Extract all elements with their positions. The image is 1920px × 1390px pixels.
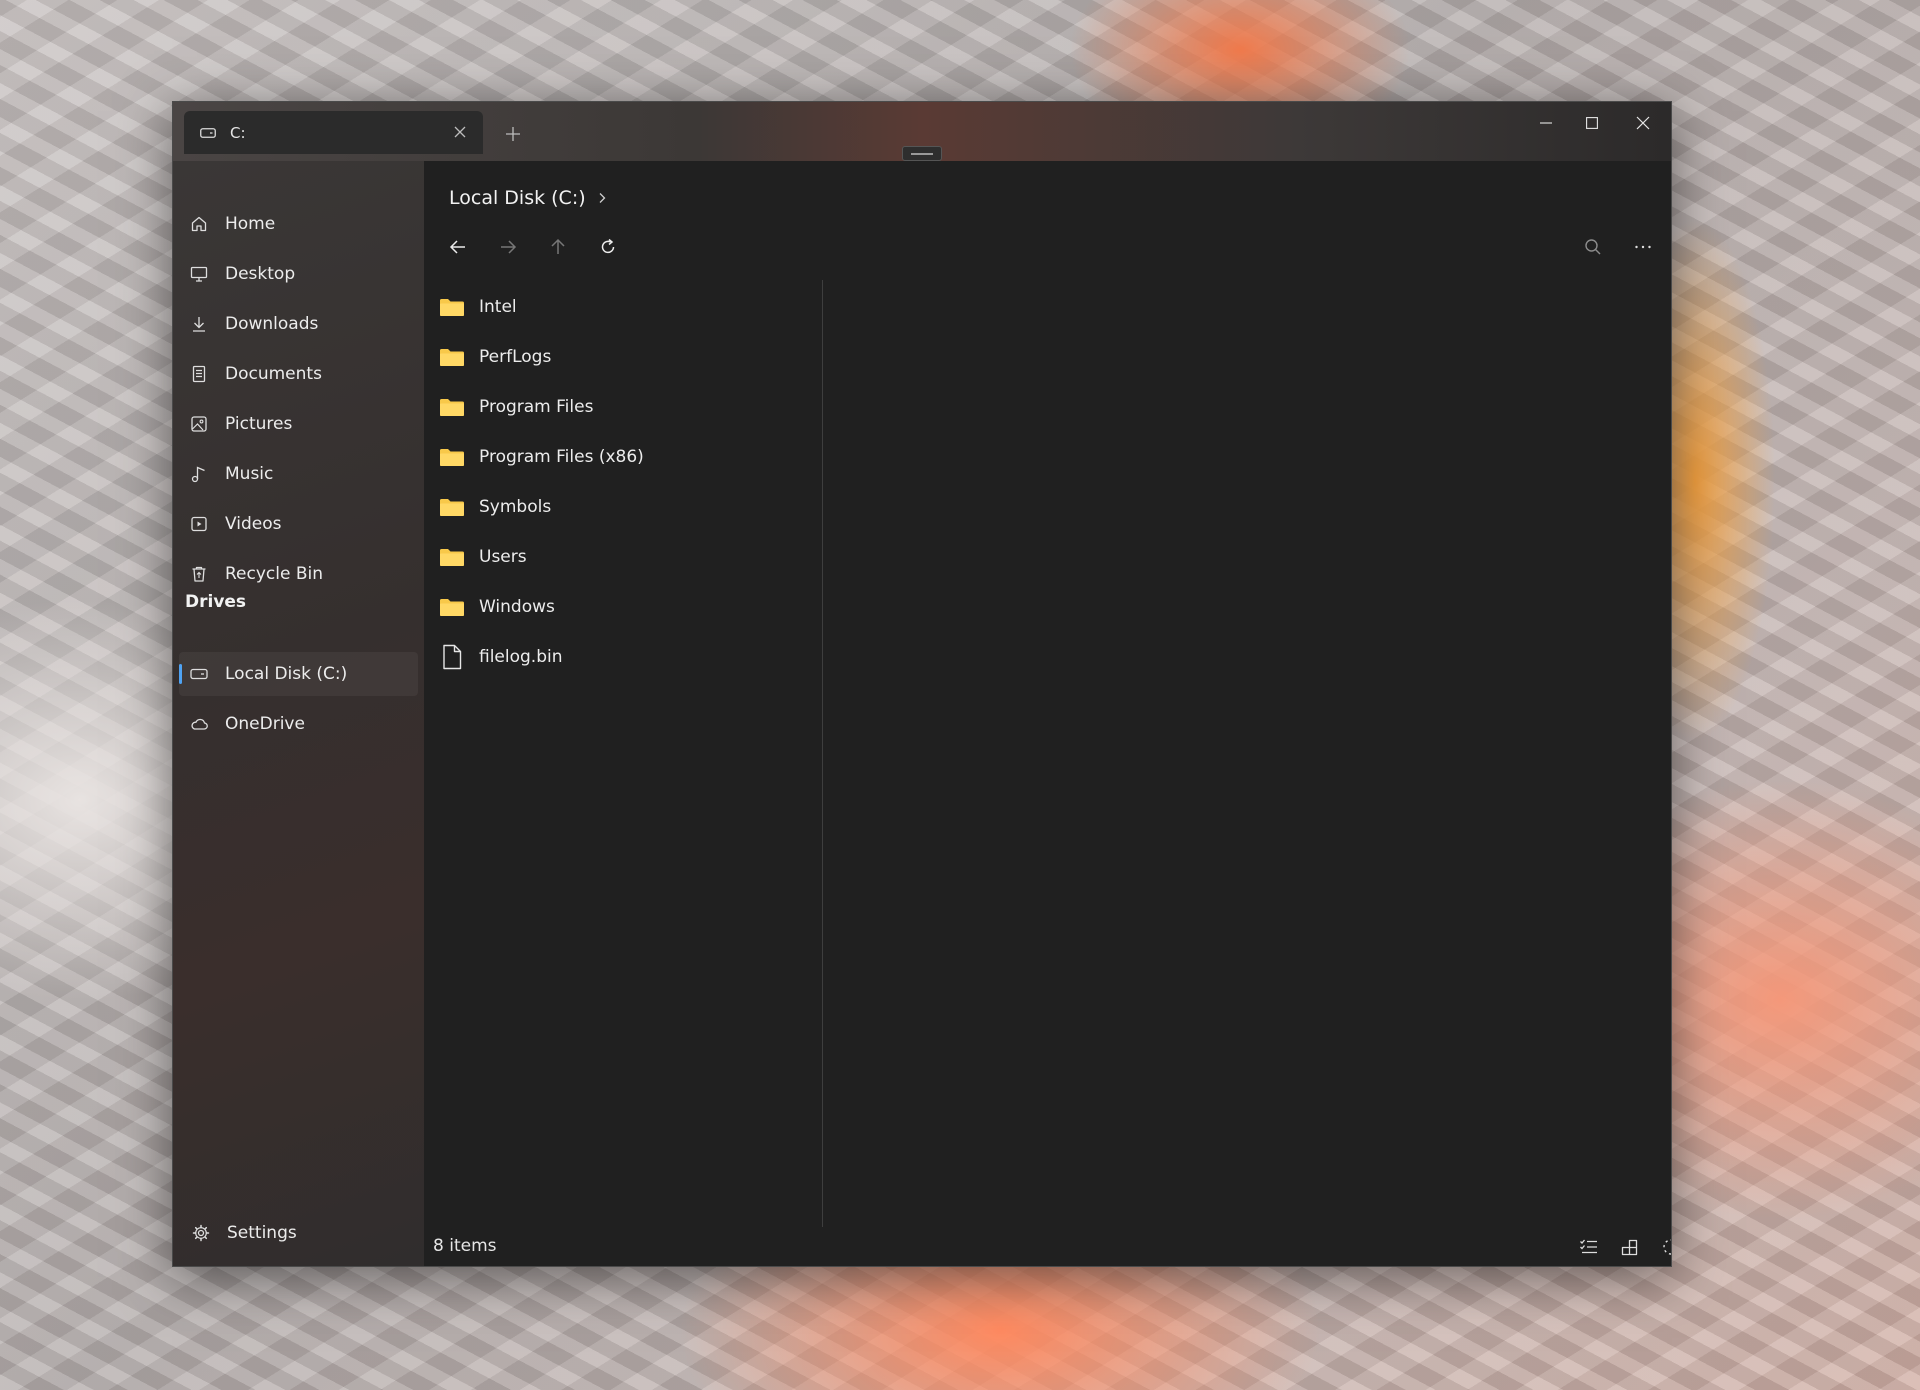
tab-close-icon[interactable] bbox=[451, 123, 469, 141]
up-button[interactable] bbox=[540, 229, 576, 265]
gear-icon bbox=[191, 1223, 211, 1243]
folder-icon bbox=[437, 447, 467, 467]
document-icon bbox=[189, 364, 209, 384]
cloud-icon bbox=[189, 714, 209, 734]
sidebar-item-recycle-bin[interactable]: Recycle Bin bbox=[179, 552, 418, 596]
forward-button[interactable] bbox=[490, 229, 526, 265]
arrow-right-icon bbox=[501, 240, 517, 254]
sidebar-item-documents[interactable]: Documents bbox=[179, 352, 418, 396]
maximize-button[interactable] bbox=[1563, 102, 1620, 144]
list-item[interactable]: Windows bbox=[437, 585, 817, 629]
details-view-button[interactable] bbox=[1574, 1232, 1604, 1262]
sidebar-item-local-disk[interactable]: Local Disk (C:) bbox=[179, 652, 418, 696]
tab-c-drive[interactable]: C: bbox=[184, 111, 483, 154]
folder-icon bbox=[437, 297, 467, 317]
plus-icon bbox=[506, 127, 520, 141]
folder-icon bbox=[437, 497, 467, 517]
breadcrumb-item[interactable]: Local Disk (C:) bbox=[449, 187, 586, 209]
tab-title: C: bbox=[230, 123, 246, 142]
sidebar-item-onedrive[interactable]: OneDrive bbox=[179, 702, 418, 746]
file-name: Intel bbox=[479, 297, 517, 317]
arrow-left-icon bbox=[449, 240, 465, 254]
list-check-icon bbox=[1580, 1239, 1597, 1254]
title-bar[interactable]: C: bbox=[173, 102, 1671, 161]
sidebar-item-desktop[interactable]: Desktop bbox=[179, 252, 418, 296]
list-item[interactable]: filelog.bin bbox=[437, 635, 817, 679]
file-name: Program Files bbox=[479, 397, 594, 417]
sidebar-item-label: Home bbox=[225, 214, 276, 234]
breadcrumb[interactable]: Local Disk (C:) bbox=[449, 187, 606, 209]
sidebar-item-music[interactable]: Music bbox=[179, 452, 418, 496]
file-name: Windows bbox=[479, 597, 555, 617]
arrow-up-icon bbox=[551, 238, 565, 254]
pane-divider[interactable] bbox=[822, 280, 823, 1227]
folder-icon bbox=[437, 547, 467, 567]
sidebar-item-label: Documents bbox=[225, 364, 322, 384]
sidebar-item-label: OneDrive bbox=[225, 714, 305, 734]
grid-layout-icon bbox=[1621, 1239, 1638, 1256]
file-name: PerfLogs bbox=[479, 347, 552, 367]
settings-label: Settings bbox=[227, 1223, 297, 1243]
file-icon bbox=[437, 644, 467, 670]
sidebar-item-label: Recycle Bin bbox=[225, 564, 324, 584]
folder-icon bbox=[437, 397, 467, 417]
list-item[interactable]: Intel bbox=[437, 285, 817, 329]
music-icon bbox=[189, 464, 209, 484]
maximize-icon bbox=[1585, 117, 1598, 129]
minimize-icon bbox=[1539, 122, 1552, 124]
drive-icon bbox=[189, 664, 209, 684]
sidebar: Home Desktop Downloads Documents Picture… bbox=[173, 161, 424, 1266]
ellipsis-icon bbox=[1635, 245, 1651, 249]
close-icon bbox=[1636, 116, 1649, 130]
back-button[interactable] bbox=[440, 229, 476, 265]
refresh-button[interactable] bbox=[590, 229, 626, 265]
settings-button[interactable]: Settings bbox=[179, 1211, 418, 1255]
file-name: Program Files (x86) bbox=[479, 447, 644, 467]
file-name: filelog.bin bbox=[479, 647, 563, 667]
file-name: Symbols bbox=[479, 497, 552, 517]
sidebar-item-label: Pictures bbox=[225, 414, 293, 434]
new-tab-button[interactable] bbox=[499, 120, 527, 148]
sidebar-item-downloads[interactable]: Downloads bbox=[179, 302, 418, 346]
sidebar-item-label: Videos bbox=[225, 514, 282, 534]
search-button[interactable] bbox=[1575, 229, 1611, 265]
content-pane: Local Disk (C:) Intel PerfLogs Program F… bbox=[424, 161, 1671, 1266]
list-item[interactable]: Program Files bbox=[437, 385, 817, 429]
status-item-count: 8 items bbox=[433, 1236, 497, 1256]
sidebar-item-label: Local Disk (C:) bbox=[225, 664, 348, 684]
chevron-right-icon[interactable] bbox=[598, 192, 606, 204]
close-button[interactable] bbox=[1614, 102, 1671, 144]
sidebar-item-label: Desktop bbox=[225, 264, 296, 284]
sidebar-item-label: Downloads bbox=[225, 314, 319, 334]
spinner-icon bbox=[1663, 1239, 1671, 1255]
file-explorer-window: C: Home Desktop Downloads Documents Pict… bbox=[172, 101, 1672, 1267]
sidebar-item-label: Music bbox=[225, 464, 274, 484]
download-icon bbox=[189, 314, 209, 334]
list-item[interactable]: PerfLogs bbox=[437, 335, 817, 379]
list-item[interactable]: Symbols bbox=[437, 485, 817, 529]
drive-icon bbox=[200, 127, 216, 138]
sidebar-item-videos[interactable]: Videos bbox=[179, 502, 418, 546]
search-icon bbox=[1585, 239, 1601, 255]
sidebar-item-home[interactable]: Home bbox=[179, 202, 418, 246]
home-icon bbox=[189, 214, 209, 234]
drives-heading: Drives bbox=[185, 592, 247, 612]
folder-icon bbox=[437, 597, 467, 617]
list-item[interactable]: Program Files (x86) bbox=[437, 435, 817, 479]
more-options-button[interactable] bbox=[1625, 229, 1661, 265]
loading-indicator bbox=[1656, 1232, 1671, 1262]
list-item[interactable]: Users bbox=[437, 535, 817, 579]
sidebar-item-pictures[interactable]: Pictures bbox=[179, 402, 418, 446]
recycle-bin-icon bbox=[189, 564, 209, 584]
picture-icon bbox=[189, 414, 209, 434]
desktop-icon bbox=[189, 264, 209, 284]
layout-view-button[interactable] bbox=[1615, 1232, 1645, 1262]
drag-handle[interactable] bbox=[902, 146, 942, 161]
refresh-icon bbox=[601, 238, 615, 254]
file-name: Users bbox=[479, 547, 527, 567]
video-icon bbox=[189, 514, 209, 534]
folder-icon bbox=[437, 347, 467, 367]
